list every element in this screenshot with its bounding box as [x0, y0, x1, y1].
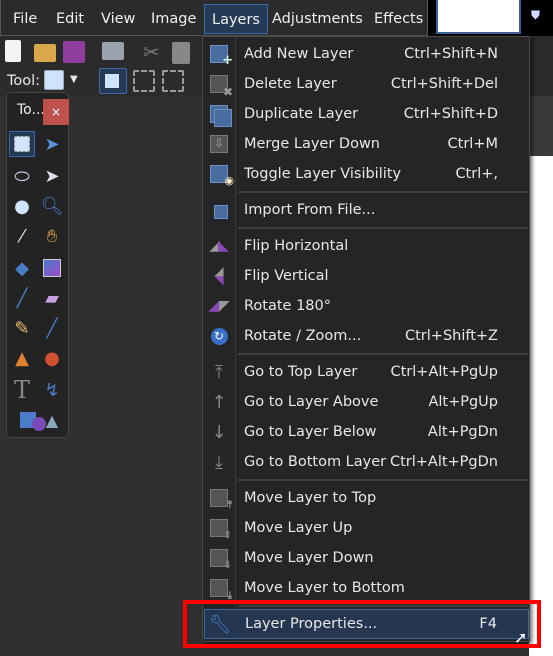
- menu-item-toggle-layer-visibility[interactable]: ◉ Toggle Layer Visibility Ctrl+,: [204, 159, 529, 189]
- arrow-down-icon: ↓: [211, 421, 227, 443]
- flip-horizontal-icon: ◢ ◣: [209, 238, 229, 254]
- pan-tool[interactable]: ✋︎: [39, 223, 65, 249]
- tools-window: To... × ➤ ⬭ ➤ ● 🔍︎ ⁄ ✋︎ ◆ ╱ ▰ ✎ ╱ ▲ ● T …: [6, 92, 69, 438]
- menu-item-delete-layer[interactable]: ✖ Delete Layer Ctrl+Shift+Del: [204, 69, 529, 99]
- line-curve-tool[interactable]: ↯: [39, 377, 65, 403]
- close-button[interactable]: ×: [43, 99, 69, 125]
- selection-mode-union[interactable]: [133, 70, 155, 92]
- cut-icon[interactable]: ✂: [143, 40, 165, 64]
- selection-mode-exclude[interactable]: [162, 70, 184, 92]
- duplicate-layer-icon: [204, 99, 234, 129]
- chevron-down-icon[interactable]: ▼: [70, 74, 78, 85]
- menu-item-move-layer-to-bottom[interactable]: ⤓ Move Layer to Bottom: [204, 573, 529, 603]
- menu-adjustments[interactable]: Adjustments: [265, 4, 370, 34]
- lasso-select-tool[interactable]: ⬭: [9, 163, 35, 189]
- menu-item-go-to-layer-above[interactable]: ↑ Go to Layer Above Alt+PgUp: [204, 387, 529, 417]
- copy-icon[interactable]: [172, 42, 190, 64]
- merge-layer-down-icon: ⇩: [204, 129, 234, 159]
- menu-item-go-to-layer-below[interactable]: ↓ Go to Layer Below Alt+PgDn: [204, 417, 529, 447]
- delete-layer-icon: ✖: [204, 69, 234, 99]
- move-selected-tool[interactable]: ➤: [39, 131, 65, 157]
- mouse-cursor-icon: ➚: [514, 628, 528, 647]
- menu-layers[interactable]: Layers: [204, 4, 268, 34]
- highlight-annotation: [183, 600, 541, 648]
- paint-bucket-tool[interactable]: ◆: [9, 255, 35, 281]
- import-file-icon: [204, 195, 234, 225]
- move-selection-tool[interactable]: ➤: [39, 163, 65, 189]
- shapes-tool[interactable]: ▲: [17, 407, 61, 433]
- rectangle-select-tool[interactable]: [9, 131, 35, 157]
- move-layer-top-icon: ⤒: [204, 483, 234, 513]
- menu-item-go-to-bottom-layer[interactable]: ⤓ Go to Bottom Layer Ctrl+Alt+PgDn: [204, 447, 529, 477]
- tool-label: Tool:: [7, 73, 41, 89]
- ellipse-select-tool[interactable]: ●: [9, 193, 35, 219]
- image-canvas[interactable]: [529, 156, 553, 656]
- paintbrush-tool[interactable]: ╱: [9, 285, 35, 311]
- move-layer-bottom-icon: ⤓: [204, 573, 234, 603]
- menu-item-add-new-layer[interactable]: + Add New Layer Ctrl+Shift+N: [204, 39, 529, 69]
- menu-item-move-layer-up[interactable]: ⇧ Move Layer Up: [204, 513, 529, 543]
- menu-item-merge-layer-down[interactable]: ⇩ Merge Layer Down Ctrl+M: [204, 129, 529, 159]
- menu-separator: [238, 191, 528, 193]
- flip-vertical-icon: ◢ ◥: [214, 264, 224, 287]
- menu-item-import-from-file[interactable]: Import From File...: [204, 195, 529, 225]
- menu-bar: File Edit View Image Layers Adjustments …: [0, 0, 428, 36]
- print-icon[interactable]: [102, 42, 124, 60]
- move-layer-up-icon: ⇧: [204, 513, 234, 543]
- zoom-tool[interactable]: 🔍︎: [39, 193, 65, 219]
- selection-mode-replace[interactable]: [99, 68, 127, 94]
- image-tab-thumbnail[interactable]: [436, 0, 521, 34]
- menu-edit[interactable]: Edit: [49, 4, 91, 34]
- add-layer-icon: +: [204, 39, 234, 69]
- recolor-tool[interactable]: ●: [39, 345, 65, 371]
- menu-item-flip-horizontal[interactable]: ◢ ◣ Flip Horizontal: [204, 231, 529, 261]
- menu-item-rotate-zoom[interactable]: ↻ Rotate / Zoom... Ctrl+Shift+Z: [204, 321, 529, 351]
- layers-menu: + Add New Layer Ctrl+Shift+N ✖ Delete Layer…: [202, 36, 530, 642]
- menu-separator: [238, 353, 528, 355]
- open-folder-icon[interactable]: [34, 44, 56, 62]
- rotate-180-icon: ◢ ◤: [208, 298, 230, 314]
- tool-selector[interactable]: [44, 70, 64, 90]
- menu-effects[interactable]: Effects: [367, 4, 430, 34]
- menu-separator: [238, 479, 528, 481]
- magic-wand-tool[interactable]: ⁄: [9, 223, 35, 249]
- shield-icon[interactable]: ⛊: [531, 8, 545, 22]
- menu-item-flip-vertical[interactable]: ◢ ◥ Flip Vertical: [204, 261, 529, 291]
- arrow-up-icon: ↑: [211, 391, 227, 413]
- rotate-zoom-icon: ↻: [204, 321, 234, 351]
- menu-item-move-layer-to-top[interactable]: ⤒ Move Layer to Top: [204, 483, 529, 513]
- panel-strip: [529, 36, 553, 96]
- menu-item-go-to-top-layer[interactable]: ⤒ Go to Top Layer Ctrl+Alt+PgUp: [204, 357, 529, 387]
- menu-separator: [238, 227, 528, 229]
- eye-icon: ◉: [204, 159, 234, 189]
- text-tool[interactable]: T: [9, 376, 35, 404]
- menu-image[interactable]: Image: [144, 4, 203, 34]
- menu-view[interactable]: View: [94, 4, 142, 34]
- menu-file[interactable]: File: [6, 4, 44, 34]
- arrow-bottom-icon: ⤓: [215, 451, 223, 473]
- menu-item-duplicate-layer[interactable]: Duplicate Layer Ctrl+Shift+D: [204, 99, 529, 129]
- tools-window-title: To...: [17, 102, 45, 118]
- color-picker-tool[interactable]: ╱: [39, 315, 65, 341]
- arrow-top-icon: ⤒: [215, 361, 223, 383]
- pencil-tool[interactable]: ✎: [9, 315, 35, 341]
- save-icon[interactable]: [63, 41, 85, 63]
- clone-stamp-tool[interactable]: ▲: [9, 345, 35, 371]
- gradient-tool[interactable]: [39, 255, 65, 281]
- new-file-icon[interactable]: [5, 40, 21, 62]
- move-layer-down-icon: ⇩: [204, 543, 234, 573]
- menu-item-rotate-180[interactable]: ◢ ◤ Rotate 180°: [204, 291, 529, 321]
- menu-item-move-layer-down[interactable]: ⇩ Move Layer Down: [204, 543, 529, 573]
- eraser-tool[interactable]: ▰: [39, 285, 65, 311]
- panel-strip: [529, 96, 553, 156]
